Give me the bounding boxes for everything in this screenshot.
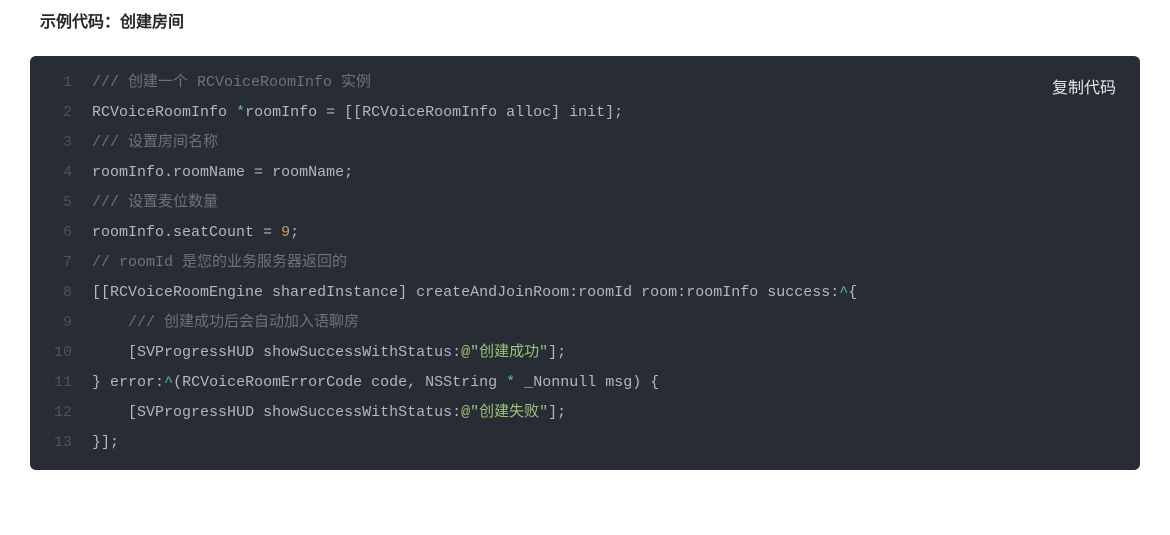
code-line: [SVProgressHUD showSuccessWithStatus:@"创…	[92, 398, 1116, 428]
code-line: } error:^(RCVoiceRoomErrorCode code, NSS…	[92, 368, 1116, 398]
line-number: 2	[54, 98, 72, 128]
line-number: 12	[54, 398, 72, 428]
line-number: 7	[54, 248, 72, 278]
code-line: /// 设置麦位数量	[92, 188, 1116, 218]
line-number: 3	[54, 128, 72, 158]
code-line: }];	[92, 428, 1116, 458]
code-line: /// 设置房间名称	[92, 128, 1116, 158]
line-number: 5	[54, 188, 72, 218]
code-line: /// 创建成功后会自动加入语聊房	[92, 308, 1116, 338]
line-number: 9	[54, 308, 72, 338]
code-line: /// 创建一个 RCVoiceRoomInfo 实例	[92, 68, 1116, 98]
code-line: [[RCVoiceRoomEngine sharedInstance] crea…	[92, 278, 1116, 308]
line-number: 8	[54, 278, 72, 308]
line-number: 11	[54, 368, 72, 398]
code-line: [SVProgressHUD showSuccessWithStatus:@"创…	[92, 338, 1116, 368]
code-line: roomInfo.roomName = roomName;	[92, 158, 1116, 188]
copy-code-button[interactable]: 复制代码	[1052, 74, 1116, 98]
line-number-gutter: 12345678910111213	[30, 68, 92, 458]
line-number: 4	[54, 158, 72, 188]
line-number: 10	[54, 338, 72, 368]
line-number: 6	[54, 218, 72, 248]
section-title: 示例代码：创建房间	[40, 8, 1140, 32]
code-line: roomInfo.seatCount = 9;	[92, 218, 1116, 248]
code-line: // roomId 是您的业务服务器返回的	[92, 248, 1116, 278]
code-content[interactable]: /// 创建一个 RCVoiceRoomInfo 实例RCVoiceRoomIn…	[92, 68, 1140, 458]
line-number: 1	[54, 68, 72, 98]
code-line: RCVoiceRoomInfo *roomInfo = [[RCVoiceRoo…	[92, 98, 1116, 128]
line-number: 13	[54, 428, 72, 458]
code-block: 复制代码 12345678910111213 /// 创建一个 RCVoiceR…	[30, 56, 1140, 470]
